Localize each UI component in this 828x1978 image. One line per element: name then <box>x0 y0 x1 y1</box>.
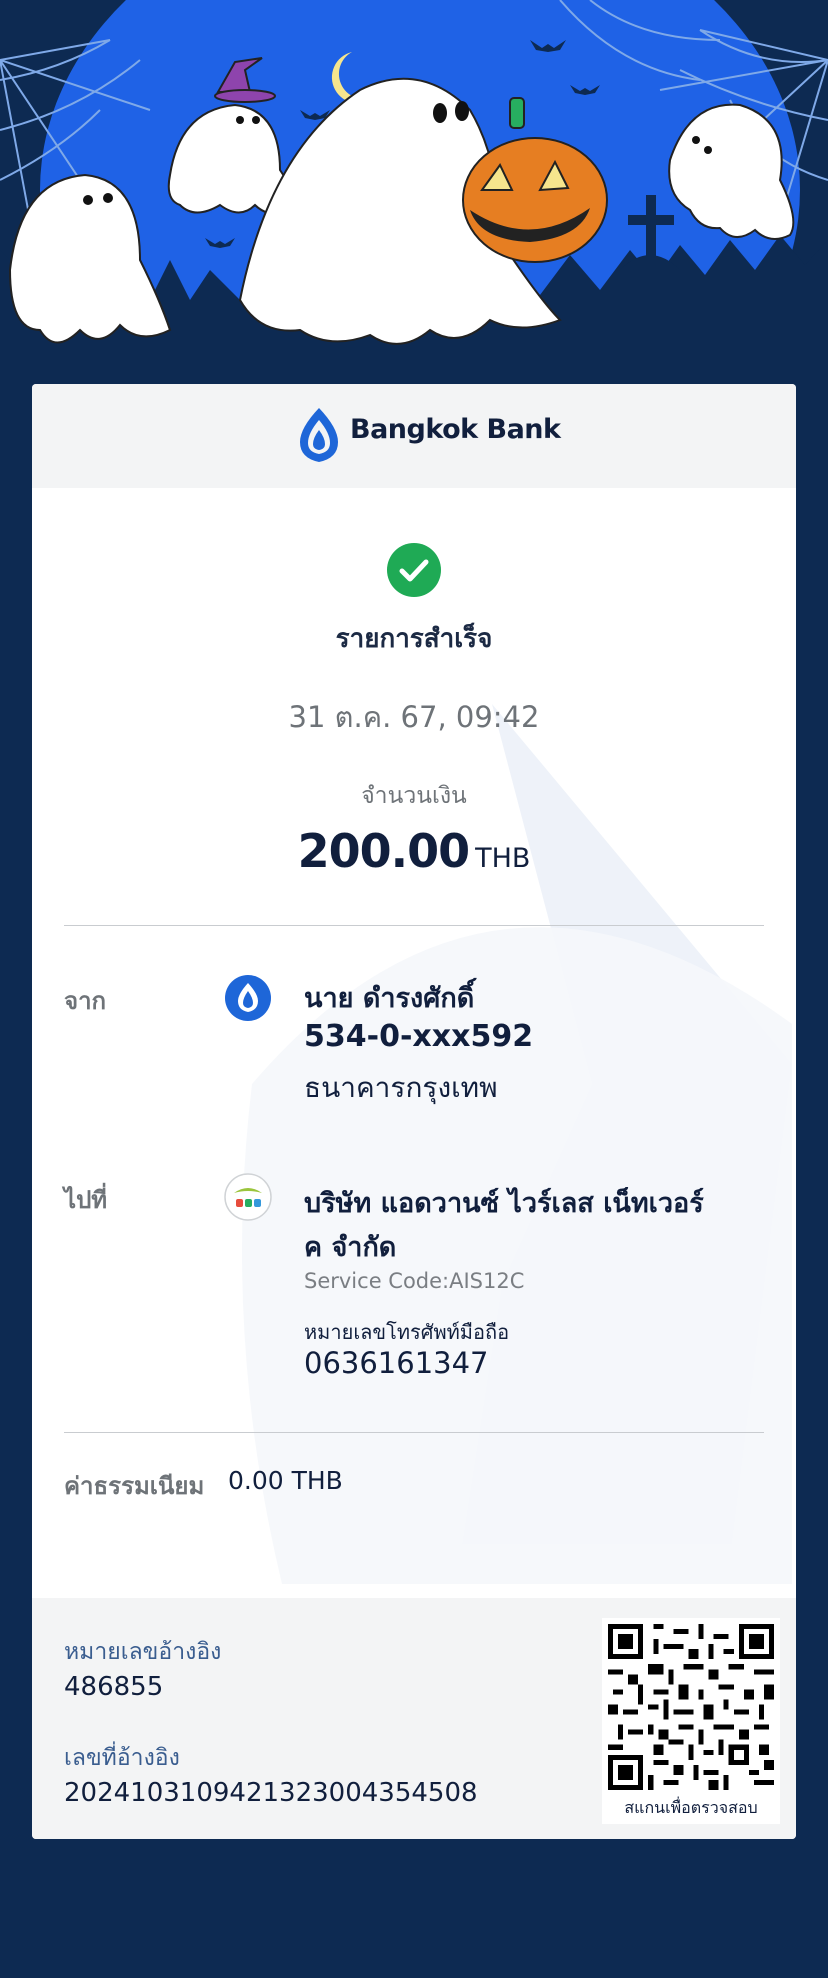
ref-id-label: เลขที่อ้างอิง <box>64 1745 180 1771</box>
bangkok-bank-lotus-icon <box>300 408 338 462</box>
check-circle-icon <box>387 543 441 597</box>
bangkok-bank-icon <box>225 975 271 1021</box>
qr-block[interactable]: สแกนเพื่อตรวจสอบ <box>602 1618 780 1824</box>
reference-footer: หมายเลขอ้างอิง 486855 เลขที่อ้างอิง 2024… <box>32 1598 796 1839</box>
sender-account: 534-0-xxx592 <box>304 1019 534 1054</box>
from-label: จาก <box>64 987 107 1015</box>
recipient-name-line1: บริษัท แอดวานซ์ ไวร์เลส เน็ทเวอร์ <box>304 1188 704 1219</box>
status-title: รายการสำเร็จ <box>335 624 493 654</box>
amount-label: จำนวนเงิน <box>361 783 467 809</box>
divider <box>64 1432 764 1433</box>
brand-name: Bangkok Bank <box>350 414 561 445</box>
recipient-name-line2: ค จำกัด <box>304 1232 397 1263</box>
amount-row: 200.00 THB <box>32 824 796 878</box>
service-code: Service Code:AIS12C <box>304 1269 525 1293</box>
fee-value: 0.00 THB <box>228 1466 343 1495</box>
sender-bank: ธนาคารกรุงเทพ <box>304 1071 498 1104</box>
transaction-datetime: 31 ต.ค. 67, 09:42 <box>288 700 540 734</box>
ref-no-label: หมายเลขอ้างอิง <box>64 1639 222 1665</box>
qr-code-icon[interactable] <box>608 1624 774 1790</box>
amount-unit: THB <box>475 843 531 874</box>
to-label: ไปที่ <box>64 1186 108 1214</box>
ref-no-value: 486855 <box>64 1672 164 1702</box>
phone-label: หมายเลขโทรศัพท์มือถือ <box>304 1320 510 1344</box>
halloween-banner <box>0 0 828 384</box>
brand-header: Bangkok Bank <box>32 384 796 488</box>
divider <box>64 925 764 926</box>
halloween-ghosts-illustration <box>0 0 828 384</box>
amount-value: 200.00 <box>297 824 471 878</box>
fee-label: ค่าธรรมเนียม <box>64 1472 205 1500</box>
ref-id-value: 2024103109421323004354508 <box>64 1778 478 1808</box>
receipt-card: Bangkok Bank รายการสำเร็จ 31 ต.ค. 67, 09… <box>32 384 796 1839</box>
qr-caption: สแกนเพื่อตรวจสอบ <box>624 1798 758 1817</box>
phone-number: 0636161347 <box>304 1346 489 1380</box>
sender-name: นาย ดำรงศักดิ์ <box>304 983 475 1014</box>
ais-logo-icon <box>224 1173 272 1221</box>
